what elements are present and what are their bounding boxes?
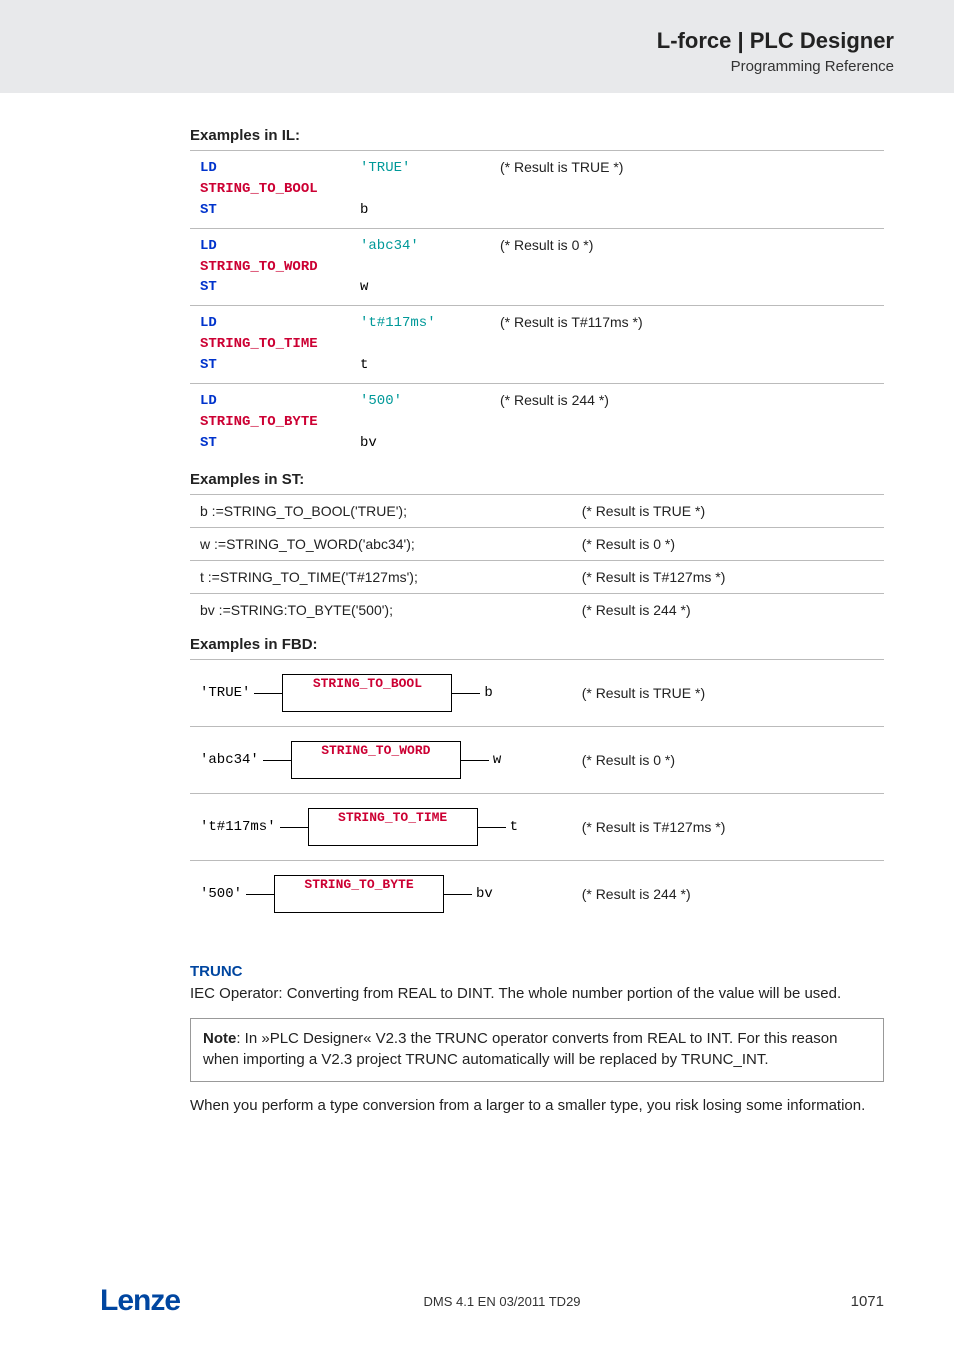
fbd-output: bv xyxy=(472,886,493,902)
il-result-cell: (* Result is 0 *) xyxy=(490,228,884,306)
il-heading: Examples in IL: xyxy=(190,127,884,144)
il-operand-cell: 'TRUE' b xyxy=(350,151,490,229)
st-code-cell: t :=STRING_TO_TIME('T#127ms'); xyxy=(190,560,572,593)
st-result-cell: (* Result is 244 *) xyxy=(572,593,884,626)
fbd-wire-left xyxy=(263,753,291,767)
il-code-cell: LDSTRING_TO_TIMEST xyxy=(190,306,350,384)
st-code-cell: b :=STRING_TO_BOOL('TRUE'); xyxy=(190,494,572,527)
fbd-wire-right xyxy=(444,887,472,901)
il-table: LDSTRING_TO_BOOLST'TRUE' b(* Result is T… xyxy=(190,150,884,461)
footer-center: DMS 4.1 EN 03/2011 TD29 xyxy=(180,1294,824,1309)
fbd-block: STRING_TO_WORD xyxy=(291,741,461,779)
footer-page-number: 1071 xyxy=(824,1293,884,1310)
page-header: L-force | PLC Designer Programming Refer… xyxy=(0,0,954,93)
fbd-block-title: STRING_TO_BYTE xyxy=(275,876,443,892)
il-code-cell: LDSTRING_TO_WORDST xyxy=(190,228,350,306)
st-table: b :=STRING_TO_BOOL('TRUE');(* Result is … xyxy=(190,494,884,626)
il-result-cell: (* Result is T#117ms *) xyxy=(490,306,884,384)
fbd-wire-left xyxy=(254,686,282,700)
trunc-para-1: IEC Operator: Converting from REAL to DI… xyxy=(190,984,884,1005)
fbd-block-cell: 't#117ms' STRING_TO_TIMEt xyxy=(190,793,572,860)
fbd-block-title: STRING_TO_WORD xyxy=(292,742,460,758)
st-heading: Examples in ST: xyxy=(190,471,884,488)
fbd-heading: Examples in FBD: xyxy=(190,636,884,653)
st-result-cell: (* Result is TRUE *) xyxy=(572,494,884,527)
il-operand-cell: 't#117ms' t xyxy=(350,306,490,384)
il-operand-cell: '500' bv xyxy=(350,384,490,461)
il-row: LDSTRING_TO_TIMEST't#117ms' t(* Result i… xyxy=(190,306,884,384)
il-row: LDSTRING_TO_BYTEST'500' bv(* Result is 2… xyxy=(190,384,884,461)
fbd-result-cell: (* Result is T#127ms *) xyxy=(572,793,884,860)
fbd-row: '500' STRING_TO_BYTEbv (* Result is 244 *) xyxy=(190,860,884,927)
fbd-row: 'TRUE' STRING_TO_BOOLb (* Result is TRUE *… xyxy=(190,659,884,726)
fbd-block: STRING_TO_BYTE xyxy=(274,875,444,913)
fbd-input: 'TRUE' xyxy=(200,685,254,701)
fbd-block-title: STRING_TO_TIME xyxy=(309,809,477,825)
fbd-block-cell: 'TRUE' STRING_TO_BOOLb xyxy=(190,659,572,726)
fbd-block: STRING_TO_BOOL xyxy=(282,674,452,712)
fbd-output: w xyxy=(489,752,501,768)
st-code-cell: w :=STRING_TO_WORD('abc34'); xyxy=(190,527,572,560)
fbd-result-cell: (* Result is 0 *) xyxy=(572,726,884,793)
fbd-block: STRING_TO_TIME xyxy=(308,808,478,846)
st-row: t :=STRING_TO_TIME('T#127ms');(* Result … xyxy=(190,560,884,593)
page-footer: Lenze DMS 4.1 EN 03/2011 TD29 1071 xyxy=(0,1284,954,1318)
st-row: b :=STRING_TO_BOOL('TRUE');(* Result is … xyxy=(190,494,884,527)
il-code-cell: LDSTRING_TO_BOOLST xyxy=(190,151,350,229)
fbd-wire-left xyxy=(280,820,308,834)
trunc-note-body: : In »PLC Designer« V2.3 the TRUNC opera… xyxy=(203,1030,837,1068)
fbd-input: 't#117ms' xyxy=(200,819,280,835)
header-title: L-force | PLC Designer xyxy=(0,28,894,54)
il-code-cell: LDSTRING_TO_BYTEST xyxy=(190,384,350,461)
st-row: bv :=STRING:TO_BYTE('500');(* Result is … xyxy=(190,593,884,626)
st-result-cell: (* Result is T#127ms *) xyxy=(572,560,884,593)
il-operand-cell: 'abc34' w xyxy=(350,228,490,306)
fbd-input: 'abc34' xyxy=(200,752,263,768)
brand-logo: Lenze xyxy=(100,1284,180,1318)
st-code-cell: bv :=STRING:TO_BYTE('500'); xyxy=(190,593,572,626)
fbd-block-cell: 'abc34' STRING_TO_WORDw xyxy=(190,726,572,793)
fbd-wire-right xyxy=(452,686,480,700)
fbd-table: 'TRUE' STRING_TO_BOOLb (* Result is TRUE *… xyxy=(190,659,884,927)
fbd-result-cell: (* Result is 244 *) xyxy=(572,860,884,927)
fbd-row: 'abc34' STRING_TO_WORDw (* Result is 0 *) xyxy=(190,726,884,793)
st-row: w :=STRING_TO_WORD('abc34');(* Result is… xyxy=(190,527,884,560)
fbd-wire-right xyxy=(478,820,506,834)
il-row: LDSTRING_TO_BOOLST'TRUE' b(* Result is T… xyxy=(190,151,884,229)
fbd-row: 't#117ms' STRING_TO_TIMEt (* Result is T#1… xyxy=(190,793,884,860)
st-result-cell: (* Result is 0 *) xyxy=(572,527,884,560)
fbd-wire-left xyxy=(246,887,274,901)
fbd-output: b xyxy=(480,685,492,701)
il-row: LDSTRING_TO_WORDST'abc34' w(* Result is … xyxy=(190,228,884,306)
header-subtitle: Programming Reference xyxy=(0,58,894,75)
fbd-output: t xyxy=(506,819,518,835)
trunc-heading: TRUNC xyxy=(190,963,884,980)
fbd-result-cell: (* Result is TRUE *) xyxy=(572,659,884,726)
page-content: Examples in IL: LDSTRING_TO_BOOLST'TRUE'… xyxy=(0,93,954,1116)
il-result-cell: (* Result is 244 *) xyxy=(490,384,884,461)
trunc-note-bold: Note xyxy=(203,1030,236,1047)
fbd-block-cell: '500' STRING_TO_BYTEbv xyxy=(190,860,572,927)
fbd-block-title: STRING_TO_BOOL xyxy=(283,675,451,691)
trunc-note: Note: In »PLC Designer« V2.3 the TRUNC o… xyxy=(190,1018,884,1081)
trunc-para-2: When you perform a type conversion from … xyxy=(190,1096,884,1117)
fbd-input: '500' xyxy=(200,886,246,902)
il-result-cell: (* Result is TRUE *) xyxy=(490,151,884,229)
fbd-wire-right xyxy=(461,753,489,767)
